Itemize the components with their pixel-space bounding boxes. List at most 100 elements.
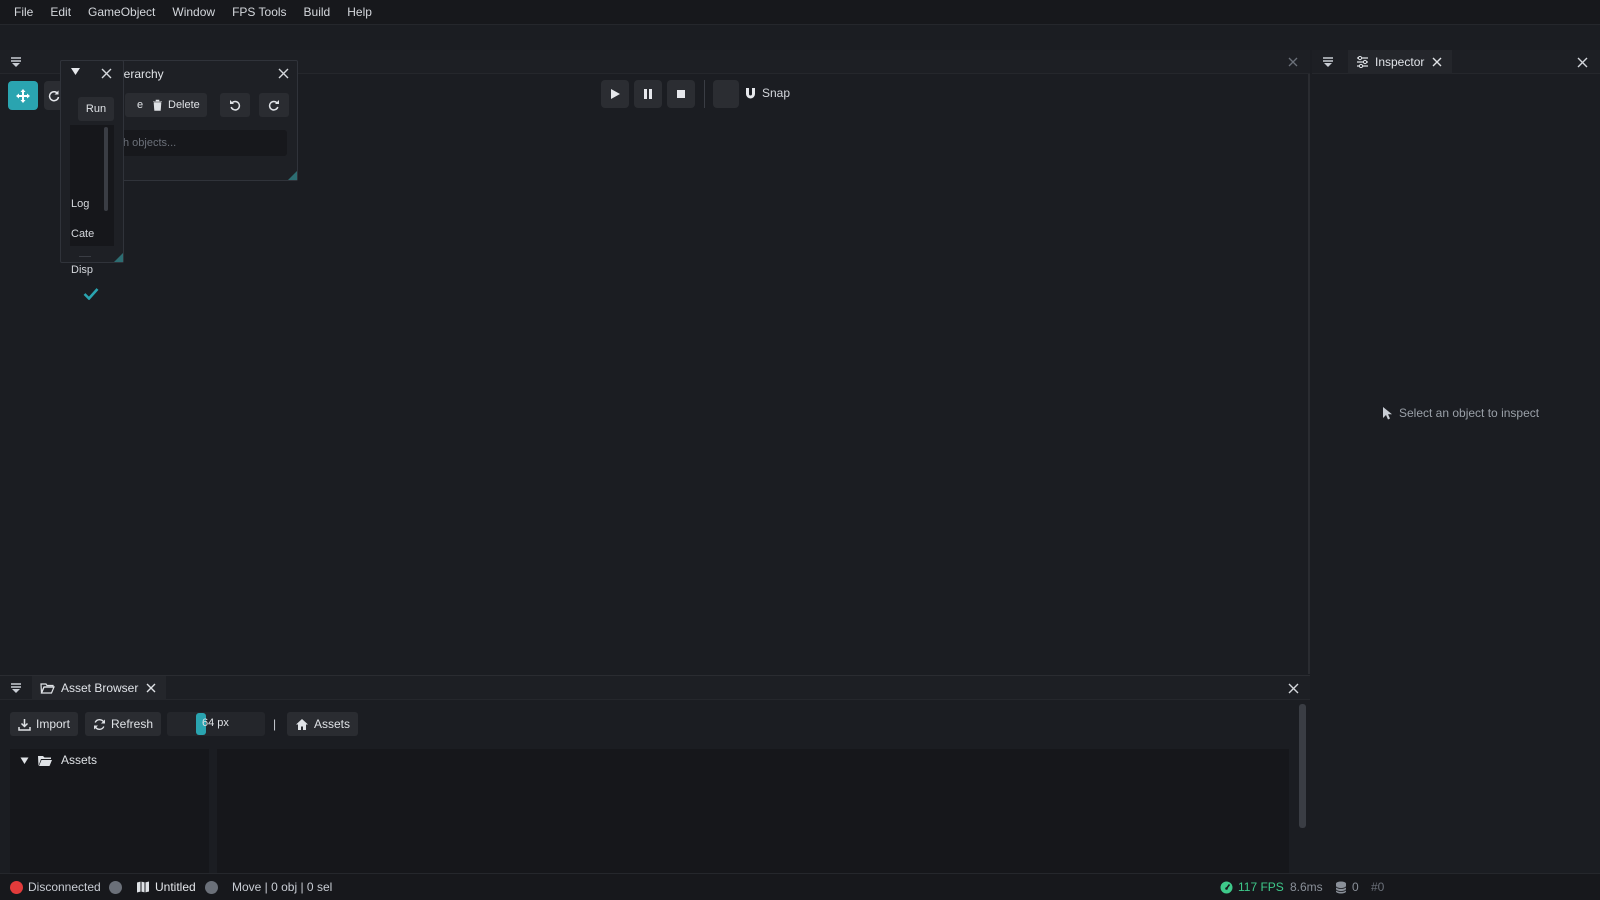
rotate-icon (48, 90, 60, 101)
database-count: 0 (1335, 880, 1359, 894)
search-placeholder: h objects... (123, 137, 177, 149)
refresh-button[interactable]: Refresh (85, 712, 162, 736)
thumbnail-size-slider[interactable]: 64 px (167, 712, 265, 736)
database-count-label: 0 (1352, 880, 1359, 894)
status-dot-error (10, 880, 23, 894)
console-item-category[interactable]: Cate (71, 228, 95, 240)
asset-grid (217, 749, 1289, 874)
tab-inspector-close-icon[interactable] (1430, 55, 1444, 69)
frame-time: 8.6ms (1290, 880, 1323, 894)
stop-button[interactable] (667, 80, 695, 108)
menu-help[interactable]: Help (347, 5, 372, 19)
home-icon (296, 718, 308, 730)
scene-name-label: Untitled (155, 880, 196, 894)
collapse-arrow-icon[interactable] (70, 66, 81, 77)
play-icon (611, 89, 620, 99)
scene-name[interactable]: Untitled (136, 880, 196, 894)
tab-inspector-label: Inspector (1375, 55, 1425, 69)
chevron-down-icon (20, 757, 29, 764)
move-icon (16, 88, 30, 103)
asset-tab-bar: Asset Browser (0, 676, 1310, 700)
tree-item-assets[interactable]: Assets (10, 749, 209, 771)
database-icon (1335, 881, 1347, 893)
download-icon (18, 718, 31, 731)
delete-button[interactable]: Delete (145, 93, 207, 117)
menu-window[interactable]: Window (172, 5, 215, 19)
connection-label: Disconnected (28, 880, 101, 894)
snap-label: Snap (762, 86, 791, 100)
pause-icon (644, 89, 652, 99)
console-divider (79, 256, 91, 257)
checkmark-icon[interactable] (83, 287, 99, 300)
breadcrumb-assets[interactable]: Assets (287, 712, 359, 736)
tree-item-label: Assets (61, 753, 98, 767)
console-close-icon[interactable] (99, 66, 113, 80)
mode-status: Move | 0 obj | 0 sel (232, 880, 333, 894)
frame-id: #0 (1371, 880, 1385, 894)
refresh-icon (94, 718, 105, 730)
panel-menu-icon[interactable] (2, 50, 30, 74)
scene-panel-close-icon[interactable] (1286, 55, 1300, 69)
import-button[interactable]: Import (10, 712, 79, 736)
hierarchy-resize-grip[interactable] (288, 171, 297, 180)
inspector-panel: Inspector Select an object to inspect (1312, 50, 1600, 873)
menu-bar: File Edit GameObject Window FPS Tools Bu… (0, 0, 1600, 25)
console-scrollbar[interactable] (104, 127, 108, 211)
cursor-icon (1383, 407, 1392, 420)
controls-divider (704, 80, 705, 108)
hierarchy-title: ierarchy (121, 67, 164, 81)
inspector-empty-message: Select an object to inspect (1399, 406, 1540, 420)
hierarchy-close-icon[interactable] (276, 66, 290, 80)
asset-browser-panel: Asset Browser Import Refresh 64 px | Ass… (0, 675, 1310, 874)
status-dot-idle (205, 881, 218, 894)
fps-label: 117 FPS (1238, 880, 1284, 894)
inspector-tab-bar: Inspector (1312, 50, 1600, 74)
folder-open-icon (38, 755, 52, 766)
console-item-display[interactable]: Disp (71, 264, 95, 276)
trash-icon (153, 99, 162, 111)
undo-button[interactable] (220, 93, 250, 117)
fps-readout: 117 FPS (1220, 880, 1284, 894)
inspector-empty-state: Select an object to inspect (1382, 406, 1539, 420)
tab-asset-browser-close-icon[interactable] (144, 681, 158, 695)
snap-toggle[interactable] (713, 80, 739, 108)
panel-menu-icon[interactable] (2, 676, 30, 700)
pause-button[interactable] (634, 80, 662, 108)
inspector-close-icon[interactable] (1575, 55, 1589, 69)
status-dot-idle (109, 881, 122, 894)
folder-tree: Assets (10, 749, 209, 874)
asset-scrollbar[interactable] (1299, 704, 1306, 828)
panel-menu-icon[interactable] (1314, 50, 1342, 74)
toolbar-strip (0, 25, 1600, 50)
menu-edit[interactable]: Edit (50, 5, 71, 19)
tab-inspector[interactable]: Inspector (1348, 50, 1453, 74)
play-button[interactable] (601, 80, 629, 108)
thumbnail-size-label: 64 px (202, 717, 229, 729)
snap-control[interactable]: Snap (744, 86, 790, 100)
undo-icon (230, 100, 241, 111)
status-bar: Disconnected Untitled Move | 0 obj | 0 s… (0, 873, 1600, 900)
tab-asset-browser-label: Asset Browser (61, 681, 139, 695)
stop-icon (677, 90, 685, 98)
menu-file[interactable]: File (14, 5, 33, 19)
sliders-icon (1357, 56, 1368, 68)
asset-panel-close-icon[interactable] (1286, 681, 1300, 695)
run-button[interactable]: Run (78, 97, 114, 121)
console-window: Run Log Cate Disp (60, 60, 124, 300)
menu-fps-tools[interactable]: FPS Tools (232, 5, 286, 19)
map-icon (137, 881, 149, 893)
menu-build[interactable]: Build (304, 5, 331, 19)
redo-icon (268, 100, 279, 111)
hierarchy-search-input[interactable]: h objects... (117, 130, 287, 156)
menu-gameobject[interactable]: GameObject (88, 5, 155, 19)
tab-asset-browser[interactable]: Asset Browser (32, 676, 167, 700)
redo-button[interactable] (259, 93, 289, 117)
connection-status[interactable]: Disconnected (10, 880, 101, 894)
console-resize-grip[interactable] (114, 253, 123, 262)
gauge-icon (1220, 881, 1233, 893)
folder-open-icon (40, 683, 55, 694)
magnet-icon (746, 87, 755, 98)
console-item-log[interactable]: Log (71, 198, 95, 210)
toolbar-separator: | (273, 717, 277, 731)
move-tool-button[interactable] (8, 81, 38, 110)
